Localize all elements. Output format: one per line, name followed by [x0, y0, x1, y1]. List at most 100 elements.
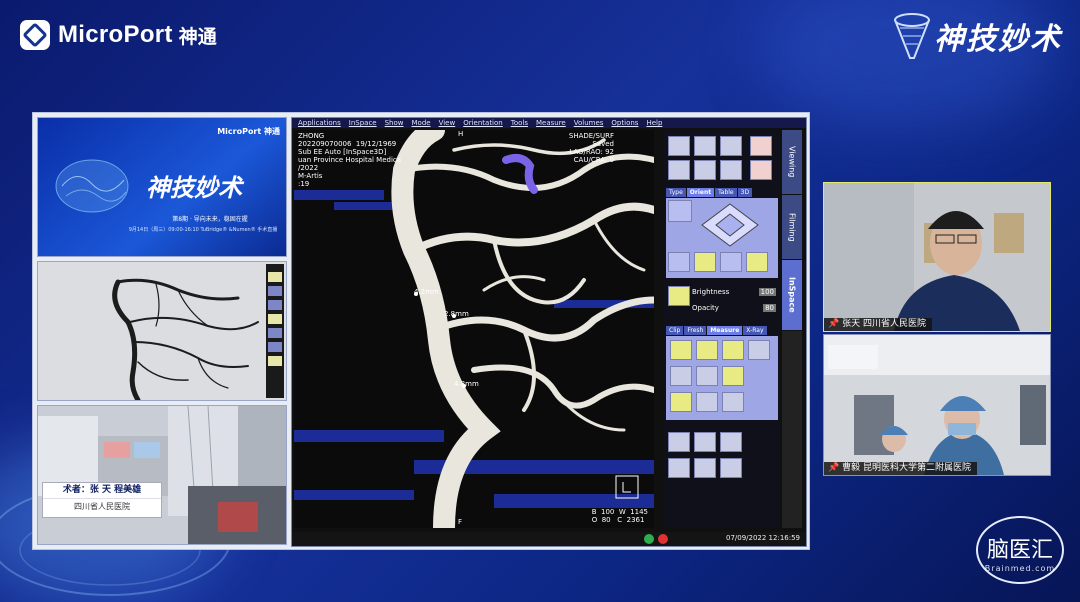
tool-button[interactable]: [694, 432, 716, 452]
orient-button[interactable]: [668, 252, 690, 272]
menu-item[interactable]: Volumes: [574, 118, 604, 128]
tool-button[interactable]: [668, 458, 690, 478]
brightness-icon: [668, 286, 690, 306]
promo-brand: MicroPort 神通: [217, 127, 280, 136]
panel-tab[interactable]: Type: [666, 188, 686, 197]
vessel-rendering: [294, 130, 654, 528]
measure-tool[interactable]: [670, 340, 692, 360]
surgeon-card: 术者：张 天 程美雄 四川省人民医院: [42, 482, 162, 518]
brainmed-en: Brainmed.com: [984, 564, 1056, 573]
tool-button[interactable]: [750, 136, 772, 156]
stent-icon: [894, 13, 930, 59]
measure-tool[interactable]: [696, 392, 718, 412]
measure-tool[interactable]: [670, 392, 692, 412]
panel-tab[interactable]: X-Ray: [743, 326, 767, 335]
menu-item[interactable]: Measure: [536, 118, 566, 128]
orient-button[interactable]: [668, 200, 692, 222]
measure-panel: [666, 336, 778, 420]
microport-icon: [20, 20, 50, 50]
panel-tabs-measure: Clip Fresh Measure X-Ray: [666, 326, 767, 335]
opacity-slider[interactable]: Opacity 80: [692, 304, 776, 314]
3d-vessel-view[interactable]: ZHONG 202209070006 19/12/1969 Sub EE Aut…: [294, 130, 654, 528]
opacity-label: Opacity: [692, 304, 719, 312]
panel-tab[interactable]: 3D: [737, 188, 753, 197]
caption-text: 曹毅 昆明医科大学第二附属医院: [842, 463, 971, 473]
measure-tool[interactable]: [696, 340, 718, 360]
panel-tabs-orient: Type Orient Table 3D: [666, 188, 753, 197]
video-feed-2: 📌 曹毅 昆明医科大学第二附属医院: [823, 334, 1051, 476]
event-logo: 神技妙术: [892, 10, 1062, 70]
tool-button[interactable]: [720, 160, 742, 180]
menu-item[interactable]: Mode: [412, 118, 431, 128]
status-ok-icon: [644, 534, 654, 544]
measure-tool[interactable]: [696, 366, 718, 386]
measure-tool[interactable]: [722, 392, 744, 412]
menu-item[interactable]: Show: [385, 118, 404, 128]
tool-button[interactable]: [750, 160, 772, 180]
orientation-cube-icon[interactable]: [700, 202, 760, 248]
tool-button[interactable]: [694, 160, 716, 180]
brightness-value: 100: [758, 288, 776, 296]
tool-button[interactable]: [668, 136, 690, 156]
video-image: [824, 335, 1050, 475]
orient-button[interactable]: [720, 252, 742, 272]
video-image: [824, 183, 1050, 331]
opacity-value: 80: [763, 304, 776, 312]
brand-name: MicroPort: [58, 21, 173, 48]
video-caption-1: 📌 张天 四川省人民医院: [824, 318, 932, 331]
menu-item[interactable]: View: [439, 118, 456, 128]
promo-details: 9月14日（周三）09:00-16:10 TuBridge® &Numen® 手…: [128, 227, 278, 233]
workstation-screen: Applications InSpace Show Mode View Orientati…: [291, 117, 807, 547]
tool-button[interactable]: [720, 136, 742, 156]
menu-item[interactable]: Help: [646, 118, 662, 128]
measure-tool[interactable]: [722, 366, 744, 386]
tab-viewing[interactable]: Viewing: [782, 130, 802, 195]
patient-overlay: ZHONG 202209070006 19/12/1969 Sub EE Aut…: [298, 132, 402, 188]
menu-item[interactable]: Tools: [511, 118, 528, 128]
panel-tab[interactable]: Measure: [707, 326, 743, 335]
status-alert-icon: [658, 534, 668, 544]
brain-graphic: [55, 159, 129, 213]
tool-button[interactable]: [694, 136, 716, 156]
status-timestamp: 07/09/2022 12:16:59: [725, 534, 800, 542]
pin-icon: 📌: [828, 463, 840, 473]
surgeon-names: 术者：张 天 程美雄: [43, 483, 161, 499]
menu-item[interactable]: Options: [611, 118, 638, 128]
angiography-tile: [37, 261, 287, 401]
brand-cn: 神通: [178, 25, 217, 48]
tab-inspace[interactable]: InSpace: [782, 260, 802, 331]
menu-item[interactable]: InSpace: [349, 118, 377, 128]
panel-tab[interactable]: Clip: [666, 326, 684, 335]
brainmed-logo: 脑医汇 Brainmed.com: [976, 516, 1064, 584]
measure-tool[interactable]: [748, 340, 770, 360]
promo-title: 神技妙术: [146, 173, 242, 202]
operating-room-image: [38, 406, 286, 544]
panel-tab[interactable]: Orient: [686, 188, 715, 197]
menu-item[interactable]: Applications: [298, 118, 341, 128]
video-caption-2: 📌 曹毅 昆明医科大学第二附属医院: [824, 462, 977, 475]
tool-button[interactable]: [668, 160, 690, 180]
operating-room-tile: 术者：张 天 程美雄 四川省人民医院: [37, 405, 287, 545]
view-overlay: SHADE/SURF Saved LAO/RAO: 92 CAU/CRA: 0: [568, 132, 614, 164]
measure-label-1: 4.2mm: [414, 288, 439, 296]
panel-tab[interactable]: Fresh: [684, 326, 707, 335]
measure-label-3: 4.8mm: [454, 380, 479, 388]
workstation-menubar: Applications InSpace Show Mode View Orientati…: [292, 118, 806, 128]
tool-button[interactable]: [720, 458, 742, 478]
tool-button[interactable]: [720, 432, 742, 452]
measure-tool[interactable]: [722, 340, 744, 360]
microport-logo: MicroPort 神通: [20, 18, 217, 52]
menu-item[interactable]: Orientation: [463, 118, 503, 128]
tool-button[interactable]: [668, 432, 690, 452]
orient-button[interactable]: [694, 252, 716, 272]
brightness-slider[interactable]: Brightness 100: [692, 288, 776, 298]
orient-button[interactable]: [746, 252, 768, 272]
promo-tile: MicroPort 神通 神技妙术 第8期 · 导向未来，稳固在握 9月14日（…: [37, 117, 287, 257]
marker-head: H: [458, 130, 464, 138]
panel-tab[interactable]: Table: [715, 188, 737, 197]
angiography-image: [38, 262, 286, 400]
measure-tool[interactable]: [670, 366, 692, 386]
measure-label-2: 2.8mm: [444, 310, 469, 318]
tab-filming[interactable]: Filming: [782, 195, 802, 260]
tool-button[interactable]: [694, 458, 716, 478]
